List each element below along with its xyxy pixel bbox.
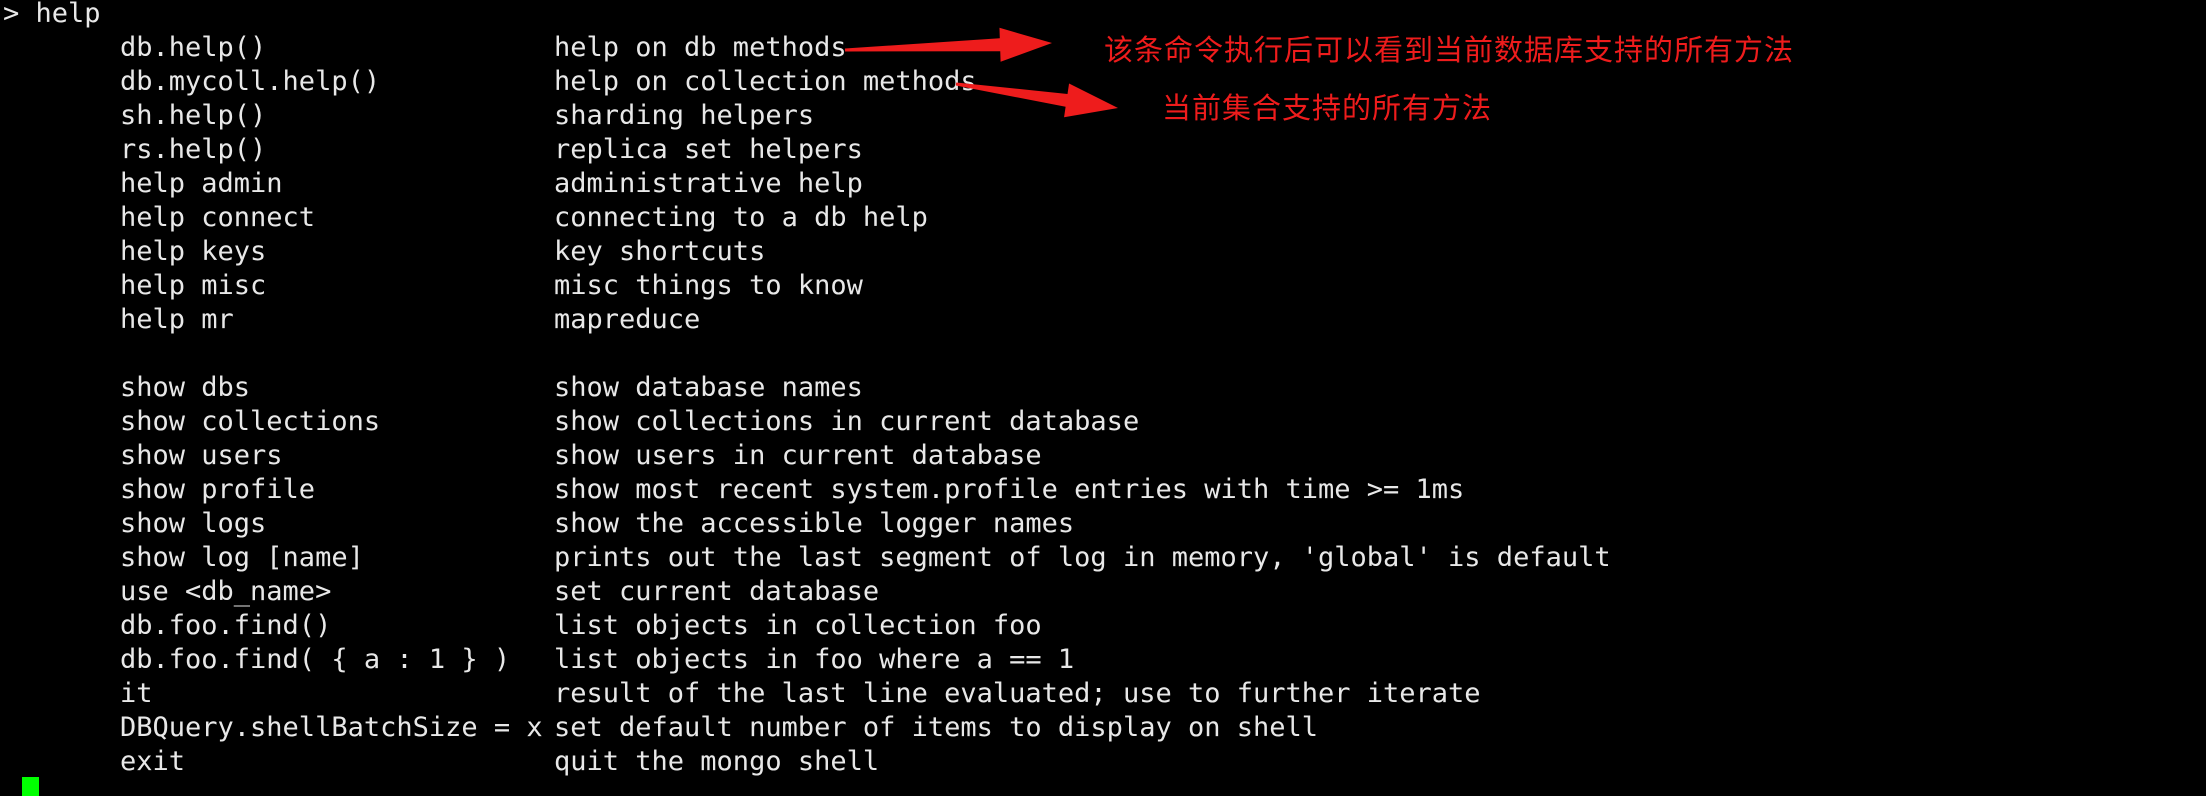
help-command: db.help() <box>120 32 267 63</box>
help-description: result of the last line evaluated; use t… <box>554 678 1481 709</box>
help-command: show dbs <box>120 372 251 403</box>
help-description: show collections in current database <box>554 406 1140 437</box>
help-command: use <db_name> <box>120 576 332 607</box>
help-command: show collections <box>120 406 381 437</box>
help-command: help admin <box>120 168 283 199</box>
help-command: help mr <box>120 304 234 335</box>
help-command: rs.help() <box>120 134 267 165</box>
help-description: list objects in collection foo <box>554 610 1042 641</box>
help-description: help on collection methods <box>554 66 977 97</box>
help-description: show database names <box>554 372 863 403</box>
help-command: show logs <box>120 508 267 539</box>
help-command: exit <box>120 746 186 777</box>
help-description: mapreduce <box>554 304 701 335</box>
help-command: help connect <box>120 202 316 233</box>
help-description: list objects in foo where a == 1 <box>554 644 1075 675</box>
help-command: show profile <box>120 474 316 505</box>
help-description: help on db methods <box>554 32 847 63</box>
help-description: show the accessible logger names <box>554 508 1075 539</box>
terminal-window[interactable]: > help db.help() help on db methods db.myco… <box>0 0 2206 796</box>
help-description: quit the mongo shell <box>554 746 880 777</box>
help-command: DBQuery.shellBatchSize = x <box>120 712 543 743</box>
help-command: sh.help() <box>120 100 267 131</box>
help-description: set default number of items to display o… <box>554 712 1319 743</box>
help-description: replica set helpers <box>554 134 863 165</box>
help-command: help keys <box>120 236 267 267</box>
help-description: key shortcuts <box>554 236 766 267</box>
terminal-cursor <box>22 777 39 796</box>
prompt-line: > help <box>3 0 101 29</box>
help-description: misc things to know <box>554 270 863 301</box>
annotation-arrow-1 <box>844 27 1052 62</box>
help-description: sharding helpers <box>554 100 815 131</box>
help-description: set current database <box>554 576 880 607</box>
help-description: show most recent system.profile entries … <box>554 474 1465 505</box>
help-command: db.mycoll.help() <box>120 66 381 97</box>
help-command: show log [name] <box>120 542 364 573</box>
help-command: show users <box>120 440 283 471</box>
annotation-arrow-2 <box>955 82 1118 118</box>
help-description: administrative help <box>554 168 863 199</box>
help-command: it <box>120 678 153 709</box>
help-description: show users in current database <box>554 440 1042 471</box>
help-command: help misc <box>120 270 267 301</box>
help-description: prints out the last segment of log in me… <box>554 542 1611 573</box>
annotation-label-db-methods: 该条命令执行后可以看到当前数据库支持的所有方法 <box>1104 33 1795 67</box>
annotation-label-collection-methods: 当前集合支持的所有方法 <box>1162 91 1493 125</box>
help-description: connecting to a db help <box>554 202 928 233</box>
help-command: db.foo.find() <box>120 610 332 641</box>
help-command: db.foo.find( { a : 1 } ) <box>120 644 511 675</box>
